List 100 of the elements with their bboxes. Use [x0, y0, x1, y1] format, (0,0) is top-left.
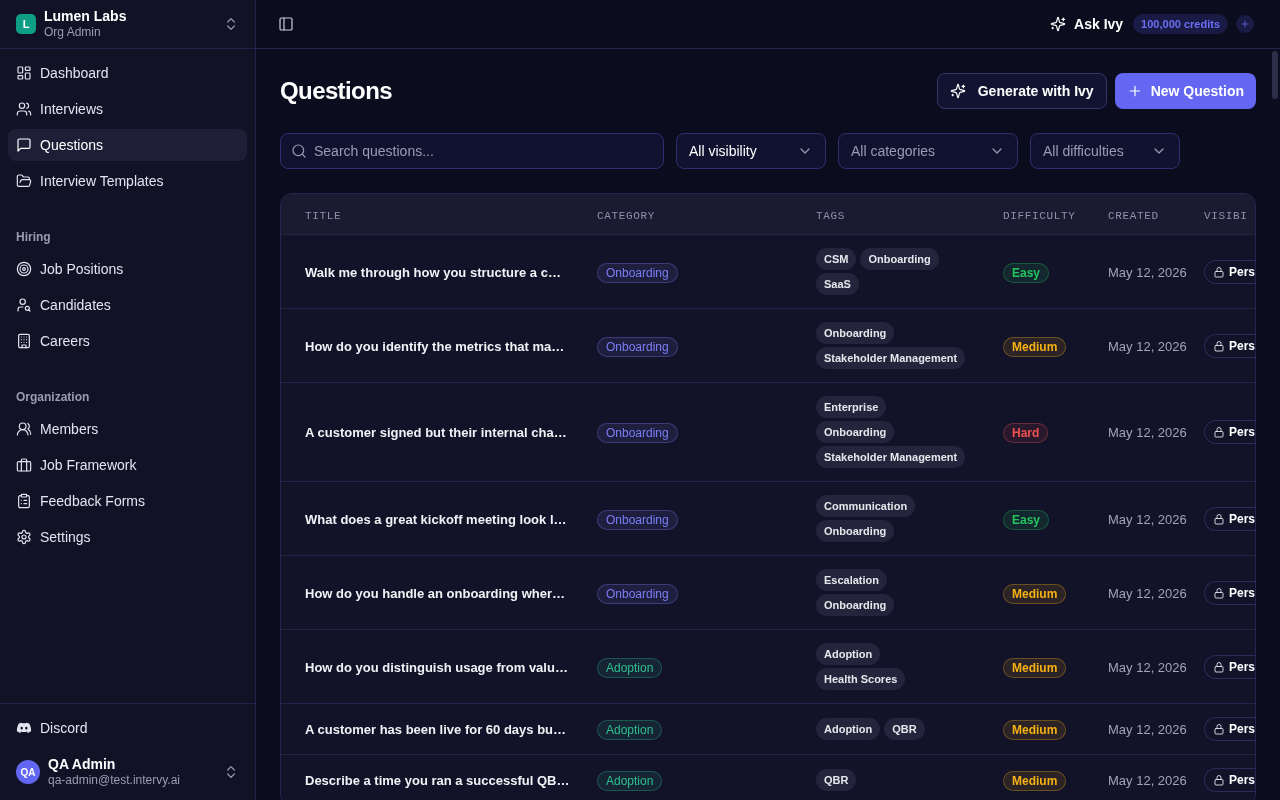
ask-assistant-button[interactable]: Ask Ivy: [1050, 14, 1124, 34]
tag-chip: CSM: [816, 248, 857, 270]
visibility-label: Pers: [1229, 658, 1255, 675]
difficulty-badge: Easy: [1003, 509, 1050, 530]
category-badge: Onboarding: [597, 423, 678, 443]
search-icon: [291, 143, 307, 159]
created-date: May 12, 2026: [1108, 659, 1187, 675]
tag-chip: Adoption: [816, 718, 881, 740]
search-field[interactable]: Search questions...: [280, 133, 664, 169]
chat-bubble-icon: [16, 137, 32, 153]
difficulty-badge: Medium: [1003, 771, 1067, 791]
scrollbar-thumb[interactable]: [1272, 51, 1278, 99]
nav-item[interactable]: Feedback Forms: [8, 485, 247, 517]
nav-item[interactable]: Interview Templates: [8, 165, 247, 197]
visibility-label: Pers: [1229, 772, 1255, 788]
dashboard-icon: [16, 65, 32, 81]
tag-chip: Stakeholder Management: [816, 347, 966, 369]
category-badge: Adoption: [597, 771, 663, 791]
tag-chip: Adoption: [816, 643, 881, 665]
filter-dropdown[interactable]: All visibility: [676, 133, 826, 169]
nav-item[interactable]: Candidates: [8, 289, 247, 321]
section-label: Organization: [15, 389, 91, 405]
generate-button[interactable]: Generate with Ivy: [936, 73, 1107, 109]
filter-dropdown[interactable]: All difficulties: [1030, 133, 1180, 169]
sparkles-icon: [1050, 16, 1067, 32]
created-date: May 12, 2026: [1108, 722, 1187, 737]
column-header[interactable]: TAGS: [816, 210, 846, 222]
tag-chip: QBR: [884, 718, 925, 740]
tag-chip: Onboarding: [816, 520, 895, 542]
visibility-label: Pers: [1229, 510, 1255, 527]
user-avatar: QA: [16, 760, 40, 784]
users-icon: [16, 101, 32, 117]
question-title[interactable]: A customer signed but their internal cha…: [305, 425, 567, 440]
org-role: Org Admin: [44, 25, 102, 40]
settings-icon: [16, 529, 32, 545]
lock-icon: [1213, 586, 1225, 599]
tag-chip: SaaS: [816, 273, 859, 295]
created-date: May 12, 2026: [1108, 425, 1187, 440]
visibility-label: Pers: [1229, 263, 1255, 280]
nav-item[interactable]: Questions: [8, 129, 247, 161]
nav-item[interactable]: Job Framework: [8, 449, 247, 481]
tag-chip: Health Scores: [816, 668, 906, 690]
folder-icon: [16, 173, 32, 189]
created-date: May 12, 2026: [1108, 511, 1187, 527]
briefcase-icon: [16, 457, 32, 473]
filter-dropdown[interactable]: All categories: [838, 133, 1018, 169]
user-name: QA Admin: [48, 756, 117, 773]
org-name: Lumen Labs: [44, 8, 127, 25]
tag-chip: Enterprise: [816, 396, 887, 418]
question-title[interactable]: What does a great kickoff meeting look l…: [305, 511, 567, 527]
column-header[interactable]: VISIBI: [1204, 210, 1248, 222]
category-badge: Adoption: [597, 720, 663, 740]
sidebar-toggle-icon[interactable]: [278, 16, 294, 32]
tag-chip: Onboarding: [860, 248, 939, 270]
nav-item[interactable]: Job Positions: [8, 253, 247, 285]
question-title[interactable]: Describe a time you ran a successful QB…: [305, 773, 570, 788]
nav-item[interactable]: Settings: [8, 521, 247, 553]
tag-chip: Stakeholder Management: [816, 446, 966, 468]
nav-item[interactable]: Members: [8, 413, 247, 445]
plus-icon: [1240, 19, 1250, 29]
nav-item[interactable]: Interviews: [8, 93, 247, 125]
visibility-label: Pers: [1229, 721, 1255, 737]
lock-icon: [1213, 339, 1225, 352]
column-header[interactable]: DIFFICULTY: [1003, 210, 1076, 222]
column-header[interactable]: TITLE: [305, 210, 342, 222]
difficulty-badge: Medium: [1003, 657, 1067, 678]
category-badge: Onboarding: [597, 509, 678, 530]
question-title[interactable]: How do you handle an onboarding wher…: [305, 585, 565, 601]
difficulty-badge: Medium: [1003, 336, 1067, 357]
lock-icon: [1213, 512, 1225, 525]
tag-chip: Onboarding: [816, 421, 895, 443]
clipboard-icon: [16, 493, 32, 509]
nav-item[interactable]: Careers: [8, 325, 247, 357]
question-title[interactable]: How do you identify the metrics that ma…: [305, 338, 565, 354]
building-icon: [16, 333, 32, 349]
created-date: May 12, 2026: [1108, 773, 1187, 788]
question-title[interactable]: A customer has been live for 60 days bu…: [305, 722, 567, 737]
question-title[interactable]: Walk me through how you structure a c…: [305, 264, 561, 280]
column-header[interactable]: CATEGORY: [597, 210, 656, 222]
category-badge: Onboarding: [597, 262, 678, 283]
visibility-label: Pers: [1229, 337, 1255, 354]
question-title[interactable]: How do you distinguish usage from valu…: [305, 659, 568, 675]
sparkles-icon: [949, 83, 966, 99]
tag-chip: QBR: [816, 769, 857, 791]
lock-icon: [1213, 265, 1225, 278]
visibility-label: Pers: [1229, 584, 1255, 601]
lock-icon: [1213, 723, 1225, 735]
section-label: Hiring: [15, 229, 52, 245]
lock-icon: [1213, 426, 1225, 438]
difficulty-badge: Medium: [1003, 720, 1067, 740]
column-header[interactable]: CREATED: [1108, 210, 1159, 222]
difficulty-badge: Easy: [1003, 262, 1050, 283]
new-question-button[interactable]: New Question: [1114, 73, 1256, 109]
difficulty-badge: Medium: [1003, 583, 1067, 604]
tag-chip: Communication: [816, 495, 916, 517]
discord-link[interactable]: Discord: [8, 712, 247, 744]
created-date: May 12, 2026: [1108, 585, 1187, 601]
nav-item[interactable]: Dashboard: [8, 57, 247, 89]
lock-icon: [1213, 774, 1225, 786]
page-title: Questions: [280, 76, 392, 106]
